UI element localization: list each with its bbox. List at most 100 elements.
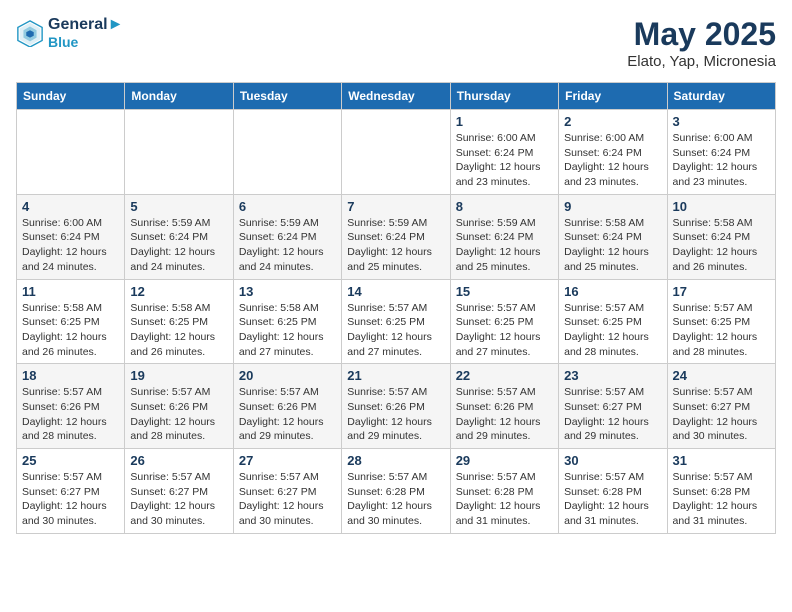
day-info: Sunrise: 5:59 AM Sunset: 6:24 PM Dayligh… <box>239 216 336 275</box>
day-number: 1 <box>456 114 553 129</box>
day-info: Sunrise: 5:58 AM Sunset: 6:25 PM Dayligh… <box>22 301 119 360</box>
day-number: 5 <box>130 199 227 214</box>
calendar-cell: 19 Sunrise: 5:57 AM Sunset: 6:26 PM Dayli… <box>125 364 233 449</box>
day-info: Sunrise: 5:57 AM Sunset: 6:28 PM Dayligh… <box>456 470 553 529</box>
calendar-week-1: 1 Sunrise: 6:00 AM Sunset: 6:24 PM Daylig… <box>17 110 776 195</box>
subtitle: Elato, Yap, Micronesia <box>627 53 776 70</box>
calendar-week-4: 18Sunrise: 5:57 AM Sunset: 6:26 PM Dayli… <box>17 364 776 449</box>
day-info: Sunrise: 6:00 AM Sunset: 6:24 PM Dayligh… <box>564 131 661 190</box>
calendar-cell: 11 Sunrise: 5:58 AM Sunset: 6:25 PM Dayli… <box>17 279 125 364</box>
day-info: Sunrise: 5:59 AM Sunset: 6:24 PM Dayligh… <box>347 216 444 275</box>
day-number: 24 <box>673 368 770 383</box>
col-header-monday: Monday <box>125 83 233 110</box>
day-info: Sunrise: 5:58 AM Sunset: 6:24 PM Dayligh… <box>673 216 770 275</box>
day-info: Sunrise: 5:59 AM Sunset: 6:24 PM Dayligh… <box>456 216 553 275</box>
calendar-cell: 18Sunrise: 5:57 AM Sunset: 6:26 PM Dayli… <box>17 364 125 449</box>
day-number: 10 <box>673 199 770 214</box>
calendar-cell: 20Sunrise: 5:57 AM Sunset: 6:26 PM Dayli… <box>233 364 341 449</box>
calendar-cell: 27 Sunrise: 5:57 AM Sunset: 6:27 PM Dayli… <box>233 449 341 534</box>
day-number: 25 <box>22 453 119 468</box>
day-info: Sunrise: 5:57 AM Sunset: 6:27 PM Dayligh… <box>239 470 336 529</box>
day-info: Sunrise: 5:58 AM Sunset: 6:24 PM Dayligh… <box>564 216 661 275</box>
day-number: 27 <box>239 453 336 468</box>
calendar-cell: 23Sunrise: 5:57 AM Sunset: 6:27 PM Dayli… <box>559 364 667 449</box>
title-block: May 2025 Elato, Yap, Micronesia <box>627 16 776 70</box>
day-number: 16 <box>564 284 661 299</box>
calendar-cell: 14Sunrise: 5:57 AM Sunset: 6:25 PM Dayli… <box>342 279 450 364</box>
day-info: Sunrise: 5:57 AM Sunset: 6:28 PM Dayligh… <box>673 470 770 529</box>
day-number: 23 <box>564 368 661 383</box>
calendar-cell: 4 Sunrise: 6:00 AM Sunset: 6:24 PM Daylig… <box>17 194 125 279</box>
calendar-cell: 17 Sunrise: 5:57 AM Sunset: 6:25 PM Dayli… <box>667 279 775 364</box>
day-number: 3 <box>673 114 770 129</box>
calendar-week-2: 4 Sunrise: 6:00 AM Sunset: 6:24 PM Daylig… <box>17 194 776 279</box>
calendar-cell <box>125 110 233 195</box>
day-number: 12 <box>130 284 227 299</box>
day-number: 7 <box>347 199 444 214</box>
calendar-cell: 1Sunrise: 6:00 AM Sunset: 6:24 PM Daylig… <box>450 110 558 195</box>
day-info: Sunrise: 6:00 AM Sunset: 6:24 PM Dayligh… <box>22 216 119 275</box>
calendar-cell: 29 Sunrise: 5:57 AM Sunset: 6:28 PM Dayli… <box>450 449 558 534</box>
day-info: Sunrise: 5:57 AM Sunset: 6:27 PM Dayligh… <box>130 470 227 529</box>
col-header-sunday: Sunday <box>17 83 125 110</box>
day-number: 20 <box>239 368 336 383</box>
day-info: Sunrise: 6:00 AM Sunset: 6:24 PM Dayligh… <box>673 131 770 190</box>
day-info: Sunrise: 5:57 AM Sunset: 6:25 PM Dayligh… <box>456 301 553 360</box>
day-number: 11 <box>22 284 119 299</box>
day-info: Sunrise: 5:57 AM Sunset: 6:25 PM Dayligh… <box>564 301 661 360</box>
calendar-cell: 26 Sunrise: 5:57 AM Sunset: 6:27 PM Dayli… <box>125 449 233 534</box>
day-number: 4 <box>22 199 119 214</box>
calendar-cell: 30 Sunrise: 5:57 AM Sunset: 6:28 PM Dayli… <box>559 449 667 534</box>
day-number: 6 <box>239 199 336 214</box>
calendar-cell: 21 Sunrise: 5:57 AM Sunset: 6:26 PM Dayli… <box>342 364 450 449</box>
day-number: 22 <box>456 368 553 383</box>
day-info: Sunrise: 5:57 AM Sunset: 6:26 PM Dayligh… <box>456 385 553 444</box>
calendar-cell: 28Sunrise: 5:57 AM Sunset: 6:28 PM Dayli… <box>342 449 450 534</box>
calendar-cell: 2 Sunrise: 6:00 AM Sunset: 6:24 PM Daylig… <box>559 110 667 195</box>
calendar-cell: 24 Sunrise: 5:57 AM Sunset: 6:27 PM Dayli… <box>667 364 775 449</box>
day-info: Sunrise: 5:57 AM Sunset: 6:26 PM Dayligh… <box>347 385 444 444</box>
day-number: 21 <box>347 368 444 383</box>
logo-icon <box>16 19 44 47</box>
calendar-cell: 13Sunrise: 5:58 AM Sunset: 6:25 PM Dayli… <box>233 279 341 364</box>
day-info: Sunrise: 5:57 AM Sunset: 6:25 PM Dayligh… <box>673 301 770 360</box>
calendar-cell: 25Sunrise: 5:57 AM Sunset: 6:27 PM Dayli… <box>17 449 125 534</box>
calendar-cell <box>342 110 450 195</box>
main-title: May 2025 <box>627 16 776 53</box>
calendar-cell: 15 Sunrise: 5:57 AM Sunset: 6:25 PM Dayli… <box>450 279 558 364</box>
col-header-wednesday: Wednesday <box>342 83 450 110</box>
day-number: 17 <box>673 284 770 299</box>
day-number: 2 <box>564 114 661 129</box>
day-number: 8 <box>456 199 553 214</box>
logo: General► Blue <box>16 16 123 50</box>
calendar-cell: 8 Sunrise: 5:59 AM Sunset: 6:24 PM Daylig… <box>450 194 558 279</box>
col-header-friday: Friday <box>559 83 667 110</box>
day-info: Sunrise: 5:59 AM Sunset: 6:24 PM Dayligh… <box>130 216 227 275</box>
calendar-cell: 9Sunrise: 5:58 AM Sunset: 6:24 PM Daylig… <box>559 194 667 279</box>
day-number: 14 <box>347 284 444 299</box>
calendar-table: SundayMondayTuesdayWednesdayThursdayFrid… <box>16 82 776 534</box>
calendar-cell: 22 Sunrise: 5:57 AM Sunset: 6:26 PM Dayli… <box>450 364 558 449</box>
day-number: 19 <box>130 368 227 383</box>
col-header-thursday: Thursday <box>450 83 558 110</box>
day-info: Sunrise: 5:57 AM Sunset: 6:26 PM Dayligh… <box>22 385 119 444</box>
calendar-header-row: SundayMondayTuesdayWednesdayThursdayFrid… <box>17 83 776 110</box>
day-number: 15 <box>456 284 553 299</box>
calendar-cell <box>233 110 341 195</box>
day-number: 29 <box>456 453 553 468</box>
day-info: Sunrise: 5:57 AM Sunset: 6:26 PM Dayligh… <box>130 385 227 444</box>
logo-text: General► Blue <box>48 16 123 50</box>
day-number: 30 <box>564 453 661 468</box>
day-number: 26 <box>130 453 227 468</box>
day-number: 31 <box>673 453 770 468</box>
day-info: Sunrise: 5:58 AM Sunset: 6:25 PM Dayligh… <box>130 301 227 360</box>
day-info: Sunrise: 5:57 AM Sunset: 6:27 PM Dayligh… <box>673 385 770 444</box>
calendar-week-5: 25 Sunrise: 5:57 AM Sunset: 6:27 PM Dayli… <box>17 449 776 534</box>
calendar-week-3: 11 Sunrise: 5:58 AM Sunset: 6:25 PM Dayli… <box>17 279 776 364</box>
col-header-saturday: Saturday <box>667 83 775 110</box>
page-header: General► Blue May 2025 Elato, Yap, Micro… <box>16 16 776 70</box>
day-number: 28 <box>347 453 444 468</box>
day-info: Sunrise: 5:57 AM Sunset: 6:28 PM Dayligh… <box>564 470 661 529</box>
day-info: Sunrise: 5:58 AM Sunset: 6:25 PM Dayligh… <box>239 301 336 360</box>
calendar-cell: 16 Sunrise: 5:57 AM Sunset: 6:25 PM Dayli… <box>559 279 667 364</box>
